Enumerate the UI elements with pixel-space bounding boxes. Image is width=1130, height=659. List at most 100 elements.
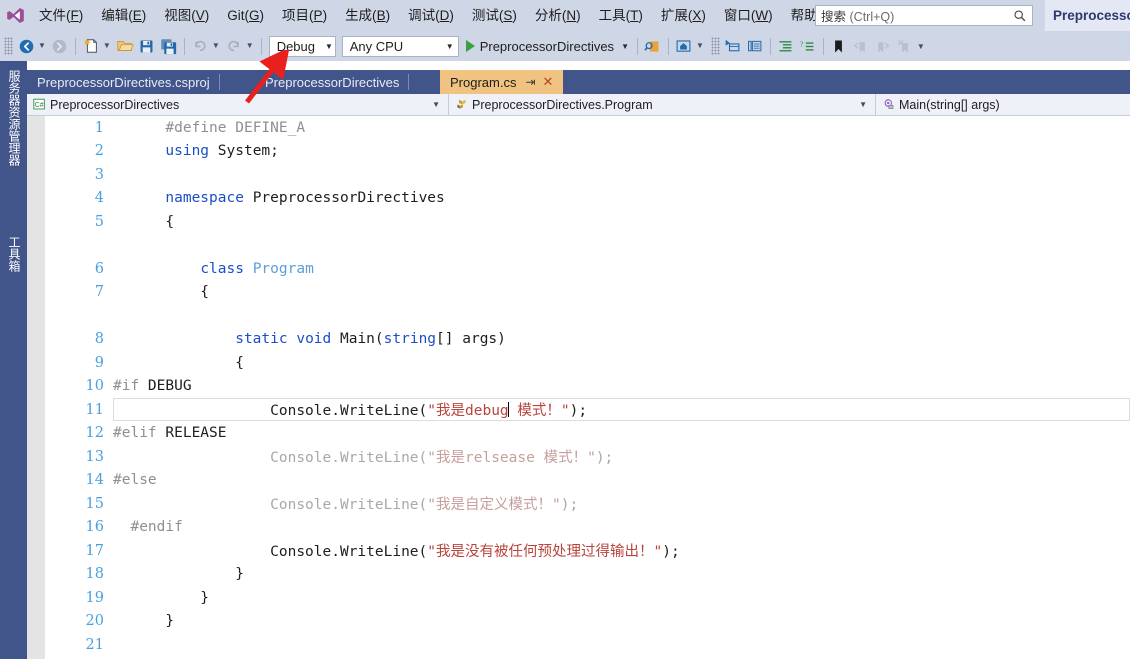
sidebar-tab-toolbox[interactable]: 工具箱 [3,236,23,272]
properties-window-button[interactable] [744,34,766,58]
code-token: } [113,589,210,606]
code-line[interactable]: 8 static void Main(string[] args) [45,328,1130,352]
menu-item-label: 测试(S) [471,8,517,23]
code-line[interactable]: 17 Console.WriteLine("我是没有被任何预处理过得输出！"); [45,539,1130,563]
platform-dropdown[interactable]: Any CPU ▼ [341,35,459,57]
code-editor[interactable]: 1 #define DEFINE_A 2 using System; 3 4 name… [27,116,1130,659]
code-lines[interactable]: 1 #define DEFINE_A 2 using System; 3 4 name… [45,116,1130,659]
tab-program-cs[interactable]: Program.cs ⇥ ✕ [440,70,564,94]
code-line[interactable]: 6 class Program [45,257,1130,281]
menu-item-label: 视图(V) [164,8,210,23]
new-item-dropdown-caret[interactable]: ▼ [102,34,114,58]
chevron-down-icon: ▼ [445,41,454,51]
clear-bookmarks-button[interactable] [894,34,916,58]
navigate-forward-button[interactable] [49,34,71,58]
code-line[interactable]: 19 } [45,586,1130,610]
toolbar-grip[interactable] [4,37,13,55]
tab-preprocessordirectives[interactable]: PreprocessorDirectives [255,70,410,94]
code-line[interactable]: 14 #else [45,469,1130,493]
menu-item-8[interactable]: 分析(N) [526,0,590,31]
start-debugging-button[interactable]: PreprocessorDirectives ▼ [462,34,633,58]
configuration-dropdown[interactable]: Debug ▼ [268,35,336,57]
new-item-icon [83,38,97,53]
undo-button[interactable] [189,34,211,58]
solution-explorer-button[interactable] [722,34,744,58]
code-line[interactable]: 4 namespace PreprocessorDirectives [45,187,1130,211]
new-item-button[interactable] [80,34,102,58]
pin-icon[interactable]: ⇥ [525,75,535,89]
code-token: "我是没有被任何预处理过得输出！" [427,544,663,561]
visual-studio-window: 文件(F) 编辑(E) 视图(V) Git(G) 项目(P) 生成(B) 调试(D) 测试(S… [0,0,1130,659]
comment-button[interactable]: ? [797,34,819,58]
code-line[interactable]: 20 } [45,610,1130,634]
code-line[interactable]: 9 { [45,351,1130,375]
code-token: using [165,143,210,160]
search-placeholder: 搜索 (Ctrl+Q) [821,6,1013,25]
menu-item-7[interactable]: 测试(S) [463,0,526,31]
redo-dropdown-caret[interactable]: ▼ [245,34,257,58]
line-number: 11 [85,401,104,418]
code-text: Console.WriteLine("我是debug 模式！"); [113,399,1130,420]
code-line-current[interactable]: 11 Console.WriteLine("我是debug 模式！"); [45,398,1130,422]
code-line[interactable]: 7 { [45,281,1130,305]
indent-button[interactable] [775,34,797,58]
previous-bookmark-button[interactable] [850,34,872,58]
undo-dropdown-caret[interactable]: ▼ [211,34,223,58]
editor-gutter[interactable] [27,116,45,659]
toolbar-grip-2[interactable] [710,37,720,55]
menu-item-2[interactable]: 视图(V) [155,0,218,31]
menu-item-0[interactable]: 文件(F) [30,0,92,31]
code-line[interactable]: 13 Console.WriteLine("我是relsease 模式！"); [45,445,1130,469]
toolbar-overflow-icon[interactable]: ▼ [916,35,928,61]
menu-item-5[interactable]: 生成(B) [336,0,399,31]
sidebar-tab-server-explorer[interactable]: 服务器资源管理器 [3,70,23,166]
preview-dropdown-caret[interactable]: ▼ [695,34,707,58]
line-number: 7 [94,284,104,301]
code-line[interactable]: 10 #if DEBUG [45,375,1130,399]
code-line[interactable] [45,234,1130,258]
navbar-type-dropdown[interactable]: PreprocessorDirectives.Program ▼ [449,94,876,115]
menu-item-6[interactable]: 调试(D) [399,0,463,31]
tab-preprocessordirectives-csproj[interactable]: PreprocessorDirectives.csproj [27,70,220,94]
toggle-bookmark-button[interactable] [828,34,850,58]
save-button[interactable] [136,34,158,58]
code-line[interactable]: 15 Console.WriteLine("我是自定义模式！"); [45,492,1130,516]
find-in-files-button[interactable] [642,34,664,58]
menu-item-1[interactable]: 编辑(E) [92,0,155,31]
code-line[interactable]: 16 #endif [45,516,1130,540]
save-all-button[interactable] [158,34,180,58]
code-line[interactable]: 1 #define DEFINE_A [45,116,1130,140]
code-text: Console.WriteLine("我是自定义模式！"); [113,493,1130,514]
code-line[interactable]: 2 using System; [45,140,1130,164]
configuration-value: Debug [276,38,315,54]
menu-item-4[interactable]: 项目(P) [273,0,336,31]
navbar-member-dropdown[interactable]: Main(string[] args) [876,94,1130,115]
code-line[interactable]: 21 [45,633,1130,657]
open-file-button[interactable] [114,34,136,58]
next-bookmark-button[interactable] [872,34,894,58]
code-line[interactable] [45,304,1130,328]
menu-item-3[interactable]: Git(G) [218,0,273,31]
line-number: 19 [85,589,104,606]
search-hint: (Ctrl+Q) [849,10,895,24]
toolbar-separator-3 [260,37,262,55]
menu-item-11[interactable]: 窗口(W) [715,0,782,31]
code-line[interactable]: 3 [45,163,1130,187]
menu-item-9[interactable]: 工具(T) [590,0,652,31]
navbar-project-dropdown[interactable]: C# PreprocessorDirectives ▼ [27,94,449,115]
close-icon[interactable]: ✕ [543,74,554,90]
navigate-back-button[interactable] [15,34,37,58]
run-play-icon [465,40,475,52]
code-line[interactable]: 12 #elif RELEASE [45,422,1130,446]
code-line[interactable]: 18 } [45,563,1130,587]
preview-selected-items-button[interactable] [673,34,695,58]
search-input[interactable]: 搜索 (Ctrl+Q) [815,5,1033,26]
code-token: RELEASE [156,425,227,442]
code-line[interactable]: 5 { [45,210,1130,234]
code-token: { [113,213,175,230]
back-dropdown-caret[interactable]: ▼ [37,34,49,58]
redo-button[interactable] [223,34,245,58]
menu-item-10[interactable]: 扩展(X) [652,0,715,31]
